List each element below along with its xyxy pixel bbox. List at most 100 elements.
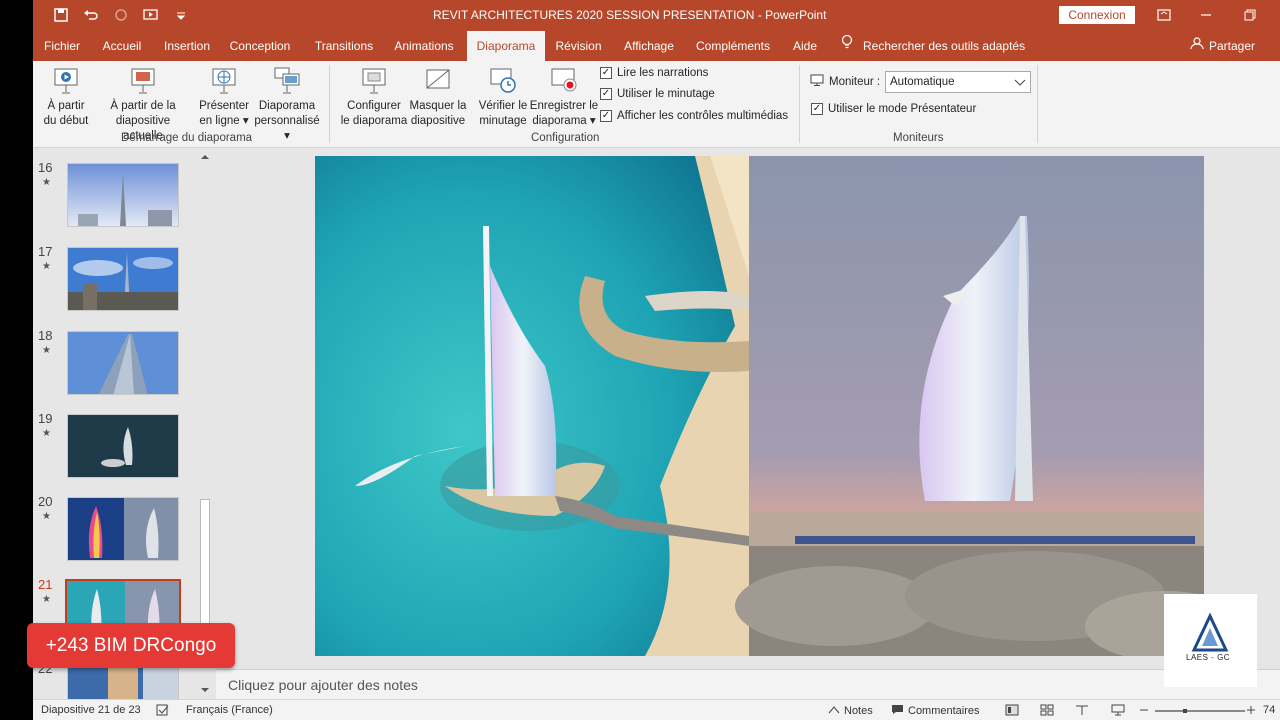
- rehearse-timings-button[interactable]: Vérifier le minutage: [475, 65, 531, 129]
- slide-number: 18: [38, 328, 53, 343]
- channel-badge: +243 BIM DRCongo: [27, 623, 235, 668]
- slide-thumbnail[interactable]: [67, 497, 179, 561]
- slide-number: 19: [38, 411, 53, 426]
- tab-animations[interactable]: Animations: [388, 31, 460, 61]
- tab-insert[interactable]: Insertion: [159, 31, 215, 61]
- minimize-icon[interactable]: [1196, 5, 1216, 25]
- notes-icon: [828, 704, 840, 717]
- restore-icon[interactable]: [1240, 5, 1260, 25]
- tab-help[interactable]: Aide: [786, 31, 824, 61]
- share-label: Partager: [1209, 39, 1256, 53]
- animation-star-icon: ★: [42, 511, 51, 522]
- lightbulb-icon: [841, 31, 853, 61]
- slide-thumbnail[interactable]: [67, 414, 179, 478]
- animation-star-icon: ★: [42, 345, 51, 356]
- triangle-logo-icon: [1191, 612, 1229, 652]
- start-slideshow-icon[interactable]: [141, 6, 161, 24]
- check-icon: ✓: [600, 88, 612, 100]
- animation-star-icon: ★: [42, 261, 51, 272]
- person-icon: [1190, 31, 1204, 61]
- config-group-label: Configuration: [531, 132, 600, 144]
- present-online-button[interactable]: Présenter en ligne ▾: [195, 65, 253, 129]
- from-beginning-button[interactable]: À partir du début: [37, 65, 95, 129]
- monitor-select[interactable]: Automatique: [885, 71, 1031, 93]
- search-label: Rechercher des outils adaptés: [863, 39, 1026, 53]
- record-icon: [551, 68, 577, 92]
- slide-sorter-icon[interactable]: [1040, 704, 1054, 716]
- globe-screen-icon: [212, 68, 236, 94]
- animation-star-icon: ★: [42, 428, 51, 439]
- slideshow-view-icon[interactable]: [1111, 704, 1125, 716]
- slide-number: 20: [38, 494, 53, 509]
- slide-thumbnail[interactable]: [67, 663, 179, 699]
- current-slide-icon: [131, 68, 155, 94]
- scroll-up-icon[interactable]: [200, 151, 210, 165]
- share-button[interactable]: Partager: [1190, 31, 1255, 61]
- thumbnail-scrollbar[interactable]: [198, 149, 212, 699]
- show-media-controls-checkbox[interactable]: ✓ Afficher les contrôles multimédias: [600, 110, 788, 122]
- sign-in-button[interactable]: Connexion: [1059, 6, 1135, 24]
- scrollbar-thumb[interactable]: [200, 499, 210, 629]
- monitor-label: Moniteur :: [810, 74, 880, 89]
- notes-placeholder: Cliquez pour ajouter des notes: [228, 677, 418, 693]
- redo-icon[interactable]: [111, 6, 131, 24]
- scroll-down-icon[interactable]: [200, 684, 210, 698]
- tab-home[interactable]: Accueil: [95, 31, 149, 61]
- animation-star-icon: ★: [42, 594, 51, 605]
- quick-access-toolbar: [51, 6, 191, 24]
- window-title: REVIT ARCHITECTURES 2020 SESSION PRESENT…: [433, 8, 827, 22]
- slide-thumbnail[interactable]: [67, 247, 179, 311]
- tab-file[interactable]: Fichier: [35, 31, 89, 61]
- slide-canvas[interactable]: [315, 156, 1204, 656]
- tell-me-search[interactable]: Rechercher des outils adaptés: [841, 31, 1025, 61]
- ribbon-display-icon[interactable]: [1154, 5, 1174, 25]
- timer-icon: [490, 68, 516, 93]
- monitors-group-label: Moniteurs: [893, 132, 944, 144]
- zoom-out-icon[interactable]: [1139, 704, 1149, 716]
- powerpoint-window: REVIT ARCHITECTURES 2020 SESSION PRESENT…: [33, 0, 1280, 720]
- chevron-down-icon: [1014, 72, 1026, 99]
- reading-view-icon[interactable]: [1075, 704, 1089, 716]
- spell-check-icon[interactable]: [156, 704, 170, 716]
- normal-view-icon[interactable]: [1005, 704, 1019, 716]
- ribbon-separator: [329, 65, 330, 143]
- setup-slideshow-button[interactable]: Configurer le diaporama: [338, 65, 410, 129]
- custom-slideshow-button[interactable]: Diaporama personnalisé ▾: [251, 65, 323, 144]
- ribbon-separator: [1037, 65, 1038, 143]
- slide-image: [315, 156, 1204, 656]
- tab-addins[interactable]: Compléments: [690, 31, 776, 61]
- language-indicator[interactable]: Français (France): [186, 704, 273, 716]
- ribbon-tabs: Fichier Accueil Insertion Conception Tra…: [33, 31, 1280, 61]
- hide-slide-icon: [426, 69, 450, 89]
- presenter-view-checkbox[interactable]: ✓ Utiliser le mode Présentateur: [811, 103, 976, 115]
- custom-slides-icon: [274, 67, 300, 94]
- use-timings-checkbox[interactable]: ✓ Utiliser le minutage: [600, 88, 715, 100]
- notes-pane[interactable]: Cliquez pour ajouter des notes: [216, 669, 1280, 699]
- save-icon[interactable]: [51, 6, 71, 24]
- tab-slideshow[interactable]: Diaporama: [467, 31, 545, 61]
- hide-slide-button[interactable]: Masquer la diapositive: [407, 65, 469, 129]
- ribbon-separator: [799, 65, 800, 143]
- slide-thumbnail[interactable]: [67, 163, 179, 227]
- slide-editor: [216, 149, 1280, 669]
- customize-toolbar-icon[interactable]: [171, 6, 191, 24]
- play-narrations-checkbox[interactable]: ✓ Lire les narrations: [600, 67, 708, 79]
- tab-review[interactable]: Révision: [551, 31, 606, 61]
- record-slideshow-button[interactable]: Enregistrer le diaporama ▾: [529, 65, 599, 129]
- tab-design[interactable]: Conception: [226, 31, 294, 61]
- tab-view[interactable]: Affichage: [618, 31, 680, 61]
- status-bar: Diapositive 21 de 23 Français (France) N…: [33, 699, 1280, 720]
- slide-number: 17: [38, 244, 53, 259]
- zoom-slider[interactable]: [1155, 709, 1245, 713]
- notes-toggle[interactable]: Notes: [828, 704, 873, 717]
- zoom-in-icon[interactable]: [1246, 704, 1256, 716]
- slide-number: 16: [38, 160, 53, 175]
- undo-icon[interactable]: [81, 6, 101, 24]
- start-group-label: Démarrage du diaporama: [121, 132, 253, 144]
- zoom-level[interactable]: 74: [1263, 704, 1275, 716]
- check-icon: ✓: [811, 103, 823, 115]
- tab-transitions[interactable]: Transitions: [311, 31, 377, 61]
- ribbon: À partir du début À partir de la diaposi…: [33, 61, 1280, 148]
- comments-toggle[interactable]: Commentaires: [891, 704, 980, 718]
- slide-thumbnail[interactable]: [67, 331, 179, 395]
